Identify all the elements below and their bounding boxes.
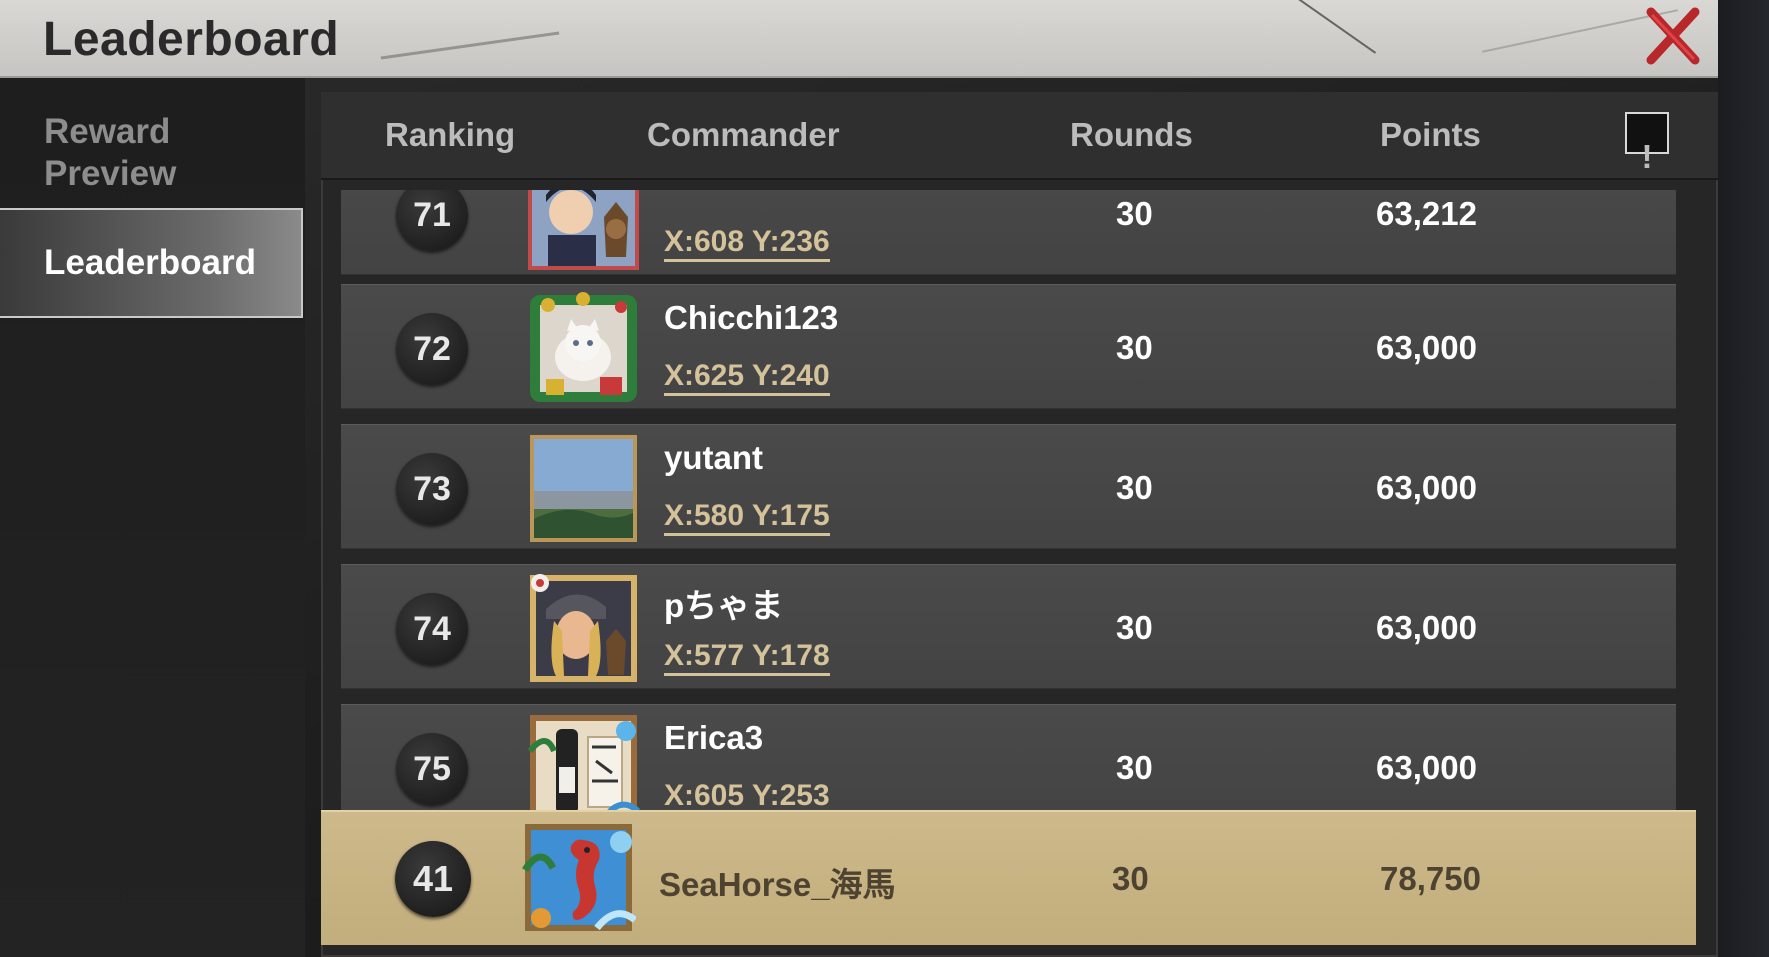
- column-header-ranking: Ranking: [385, 116, 516, 153]
- coordinates-link[interactable]: X:577 Y:178: [664, 639, 830, 676]
- rounds-value: 30: [1116, 609, 1153, 646]
- close-x-icon: [1646, 7, 1700, 65]
- avatar[interactable]: [526, 431, 641, 546]
- info-exclamation-icon: !: [1641, 138, 1653, 175]
- table-row[interactable]: 72 Chicchi123 X:625 Y:240 30 63,000: [341, 284, 1676, 409]
- decorative-scratch: [380, 31, 560, 60]
- column-header-rounds: Rounds: [1070, 116, 1193, 153]
- commander-name: yutant: [664, 439, 763, 476]
- column-header-points: Points: [1380, 116, 1481, 153]
- avatar[interactable]: [521, 820, 636, 935]
- page-title: Leaderboard: [43, 13, 340, 66]
- avatar-seahorse: [522, 824, 636, 931]
- my-ranking-row[interactable]: 41 SeaHorse_海馬 30 78,750: [321, 810, 1696, 945]
- column-header-commander: Commander: [647, 116, 840, 153]
- rank-badge: 72: [396, 313, 468, 385]
- table-row[interactable]: 73 yutant X:580 Y:175 30 63,000: [341, 424, 1676, 549]
- sidebar: Reward Preview Leaderboard: [0, 78, 305, 957]
- commander-name: Chicchi123: [664, 299, 839, 336]
- table-header: Ranking Commander Rounds Points !: [321, 92, 1718, 180]
- coordinates-link[interactable]: X:605 Y:253: [664, 779, 830, 810]
- leaderboard-window: Leaderboard Reward Preview Leaderboard R…: [0, 0, 1718, 957]
- coordinates-link[interactable]: X:625 Y:240: [664, 359, 830, 396]
- rounds-value: 30: [1116, 469, 1153, 506]
- points-value: 63,000: [1376, 469, 1477, 506]
- avatar-sake-bottle: [527, 715, 640, 810]
- decorative-scratch: [1243, 0, 1377, 54]
- rank-badge: 41: [395, 841, 471, 917]
- avatar[interactable]: [526, 291, 641, 406]
- commander-name: pちゃま: [664, 587, 784, 624]
- table-row[interactable]: 75 Erica3 X:605 Y:253 30 63,000: [341, 704, 1676, 810]
- points-value: 63,000: [1376, 609, 1477, 646]
- background-scene: [1718, 0, 1769, 957]
- points-value: 78,750: [1380, 860, 1481, 897]
- rounds-value: 30: [1116, 749, 1153, 786]
- info-button[interactable]: !: [1625, 112, 1669, 175]
- avatar[interactable]: [526, 571, 641, 686]
- points-value: 63,000: [1376, 749, 1477, 786]
- rank-badge: 71: [396, 190, 468, 251]
- avatar-man-with-dog: [528, 190, 639, 270]
- rank-badge: 74: [396, 593, 468, 665]
- points-value: 63,000: [1376, 329, 1477, 366]
- coordinates-link[interactable]: X:580 Y:175: [664, 499, 830, 536]
- rounds-value: 30: [1116, 195, 1153, 232]
- coordinates-link[interactable]: X:608 Y:236: [664, 225, 830, 262]
- sidebar-item-label: Reward Preview: [44, 112, 177, 193]
- avatar-kitten-christmas-wreath: [530, 292, 637, 402]
- table-row[interactable]: 74 pちゃま X:577 Y:178 30 63,000: [341, 564, 1676, 689]
- rounds-value: 30: [1116, 329, 1153, 366]
- rank-badge: 75: [396, 733, 468, 805]
- title-bar: Leaderboard: [0, 0, 1718, 78]
- sidebar-item-reward-preview[interactable]: Reward Preview: [0, 108, 303, 198]
- avatar-woman-with-dog: [530, 574, 637, 682]
- avatar-city-landscape: [530, 435, 637, 542]
- leaderboard-list[interactable]: 71 X:608 Y:236 30 63,212 72 Chicchi123 X…: [341, 190, 1676, 810]
- sidebar-item-leaderboard[interactable]: Leaderboard: [0, 208, 303, 318]
- close-button[interactable]: [1643, 4, 1703, 68]
- commander-name: SeaHorse_海馬: [659, 866, 896, 903]
- avatar[interactable]: [526, 711, 641, 810]
- avatar[interactable]: [526, 190, 641, 272]
- rounds-value: 30: [1112, 860, 1149, 897]
- table-row[interactable]: 71 X:608 Y:236 30 63,212: [341, 190, 1676, 275]
- sidebar-item-label: Leaderboard: [44, 243, 256, 282]
- points-value: 63,212: [1376, 195, 1477, 232]
- rank-badge: 73: [396, 453, 468, 525]
- commander-name: Erica3: [664, 719, 764, 756]
